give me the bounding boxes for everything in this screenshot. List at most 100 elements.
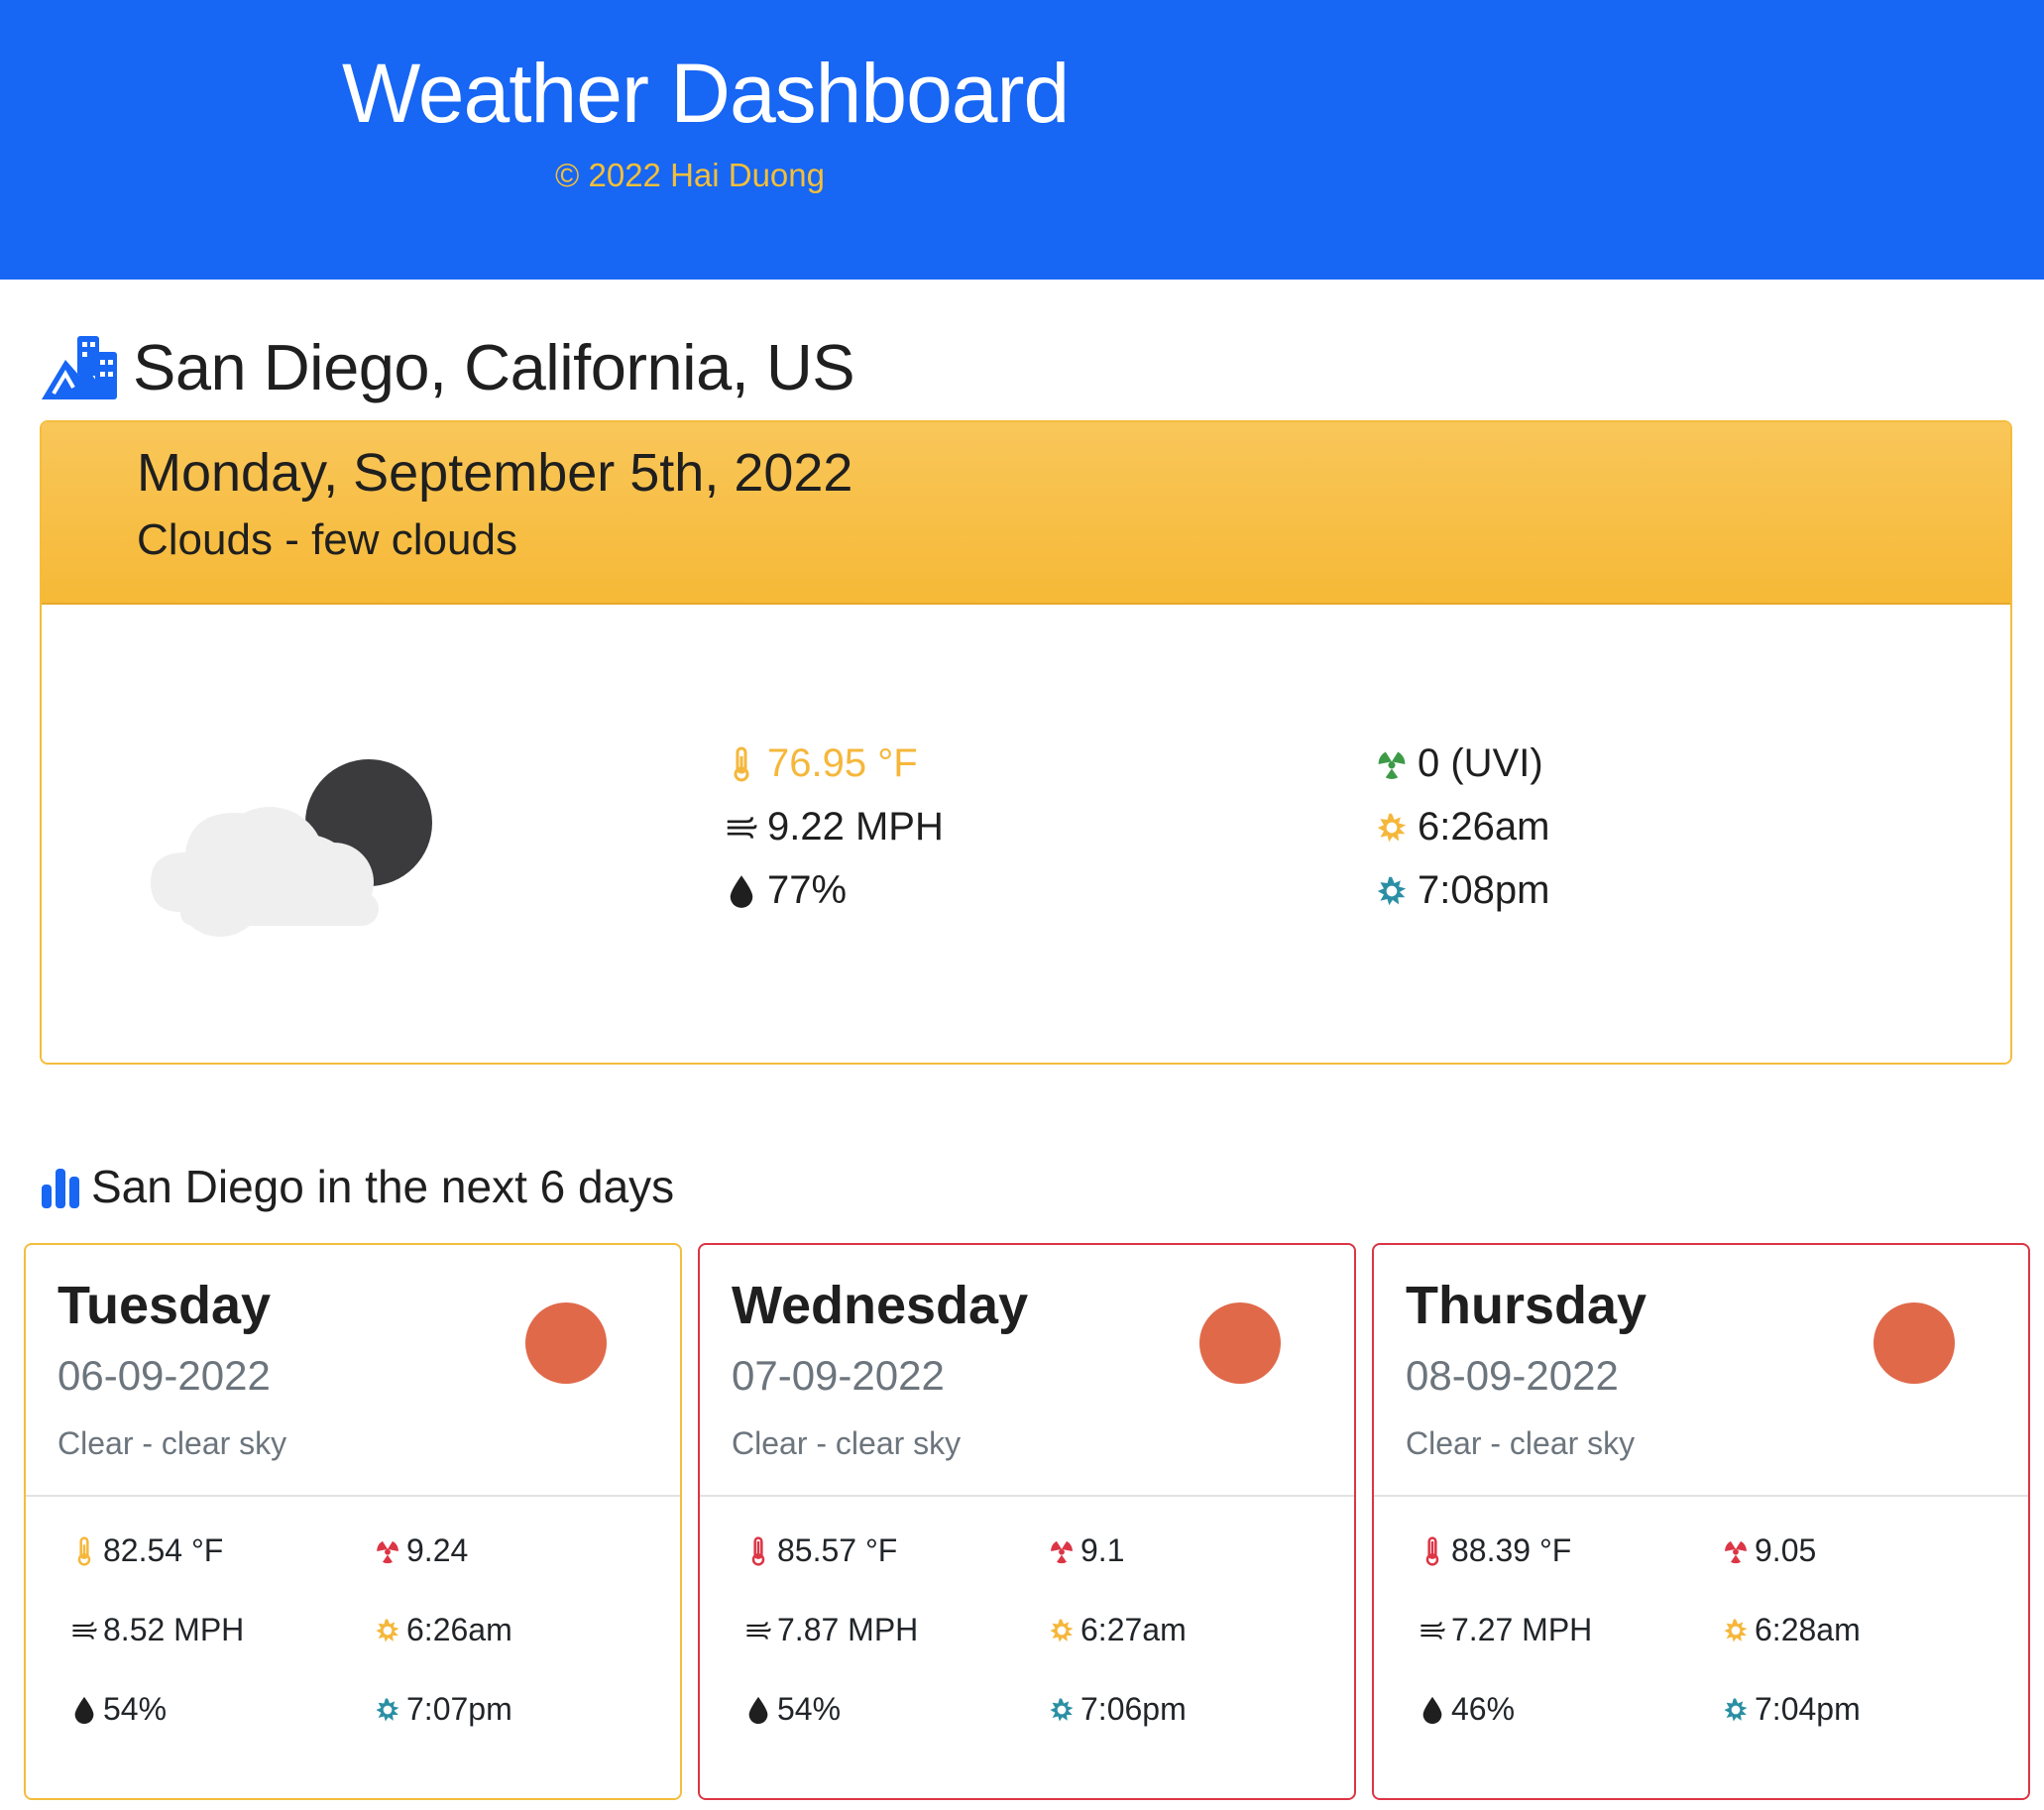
forecast-sunset: 7:06pm	[1049, 1691, 1187, 1728]
forecast-humidity-value: 54%	[777, 1691, 842, 1727]
current-uvi-value: 0 (UVI)	[1418, 741, 1543, 785]
forecast-temperature-value: 82.54 °F	[103, 1532, 224, 1568]
sun-icon	[1874, 1302, 1955, 1384]
current-sunrise-value: 6:26am	[1418, 805, 1550, 848]
forecast-sunrise: 6:28am	[1723, 1612, 1861, 1648]
city-name: San Diego, California, US	[133, 330, 855, 403]
forecast-uvi-value: 9.1	[1080, 1532, 1125, 1568]
current-humidity-value: 77%	[767, 868, 848, 912]
forecast-condition: Clear - clear sky	[57, 1425, 287, 1461]
page-header: Weather Dashboard © 2022 Hai Duong	[0, 0, 2044, 280]
forecast-day: Thursday	[1406, 1276, 1647, 1335]
sun-icon	[525, 1302, 607, 1384]
forecast-card-header: Thursday 08-09-2022 Clear - clear sky	[1374, 1245, 2028, 1497]
radiation-icon	[1725, 1540, 1747, 1563]
forecast-date: 07-09-2022	[732, 1352, 945, 1399]
sunrise-icon	[1377, 813, 1407, 842]
forecast-wind-value: 8.52 MPH	[103, 1612, 245, 1647]
cloud-moon-icon	[151, 759, 432, 937]
app-title: Weather Dashboard	[342, 47, 1070, 140]
sun-icon	[1199, 1302, 1281, 1384]
forecast-sunset: 7:04pm	[1723, 1691, 1861, 1728]
city-icon	[42, 336, 117, 399]
forecast-sunset-value: 7:06pm	[1080, 1691, 1187, 1727]
forecast-card: Tuesday 06-09-2022 Clear - clear sky 82.…	[24, 1243, 682, 1800]
droplet-icon	[748, 1696, 768, 1724]
forecast-sunrise: 6:27am	[1049, 1612, 1187, 1648]
current-uvi: 0 (UVI)	[1376, 741, 1543, 786]
current-date: Monday, September 5th, 2022	[137, 443, 853, 503]
forecast-sunrise-value: 6:28am	[1755, 1612, 1861, 1647]
forecast-humidity: 46%	[1419, 1691, 1515, 1728]
radiation-icon	[1051, 1540, 1073, 1563]
forecast-card: Thursday 08-09-2022 Clear - clear sky 88…	[1372, 1243, 2030, 1800]
wind-icon	[727, 816, 757, 839]
forecast-uvi-value: 9.05	[1755, 1532, 1817, 1568]
current-sunrise: 6:26am	[1376, 805, 1549, 849]
forecast-sunrise: 6:26am	[375, 1612, 512, 1648]
sunset-icon	[1377, 876, 1407, 905]
forecast-humidity: 54%	[71, 1691, 167, 1728]
sunset-icon	[1724, 1697, 1748, 1722]
sunrise-icon	[1050, 1618, 1074, 1642]
current-sunset-value: 7:08pm	[1418, 868, 1550, 912]
wind-icon	[1420, 1621, 1445, 1640]
forecast-wind: 7.27 MPH	[1419, 1612, 1592, 1648]
forecast-wind-value: 7.87 MPH	[777, 1612, 919, 1647]
forecast-date: 06-09-2022	[57, 1352, 271, 1399]
forecast-humidity-value: 46%	[1451, 1691, 1516, 1727]
forecast-heading: San Diego in the next 6 days	[40, 1160, 674, 1213]
forecast-uvi-value: 9.24	[406, 1532, 469, 1568]
droplet-icon	[730, 874, 753, 908]
thermometer-icon	[751, 1535, 765, 1566]
current-weather-card: Monday, September 5th, 2022 Clouds - few…	[40, 420, 2012, 1065]
radiation-icon	[1378, 751, 1406, 779]
thermometer-icon	[77, 1535, 91, 1566]
forecast-temperature: 85.57 °F	[745, 1532, 897, 1569]
sunset-icon	[1050, 1697, 1074, 1722]
forecast-temperature: 82.54 °F	[71, 1532, 223, 1569]
current-temperature: 76.95 °F	[726, 741, 918, 786]
forecast-card-header: Tuesday 06-09-2022 Clear - clear sky	[26, 1245, 680, 1497]
wind-icon	[72, 1621, 97, 1640]
current-weather-header: Monday, September 5th, 2022 Clouds - few…	[42, 422, 2010, 605]
forecast-humidity: 54%	[745, 1691, 841, 1728]
forecast-condition: Clear - clear sky	[732, 1425, 962, 1461]
forecast-day: Wednesday	[732, 1276, 1029, 1335]
city-heading: San Diego, California, US	[40, 327, 855, 406]
forecast-condition: Clear - clear sky	[1406, 1425, 1636, 1461]
current-temperature-value: 76.95 °F	[767, 741, 918, 785]
forecast-date: 08-09-2022	[1406, 1352, 1619, 1399]
forecast-day: Tuesday	[57, 1276, 272, 1335]
radiation-icon	[377, 1540, 398, 1563]
forecast-uvi: 9.24	[375, 1532, 468, 1569]
forecast-sunset: 7:07pm	[375, 1691, 512, 1728]
forecast-sunrise-value: 6:26am	[406, 1612, 512, 1647]
forecast-wind-value: 7.27 MPH	[1451, 1612, 1593, 1647]
forecast-wind: 7.87 MPH	[745, 1612, 918, 1648]
current-sunset: 7:08pm	[1376, 868, 1549, 913]
forecast-uvi: 9.1	[1049, 1532, 1124, 1569]
forecast-wind: 8.52 MPH	[71, 1612, 244, 1648]
copyright-text: © 2022 Hai Duong	[555, 157, 825, 193]
sunset-icon	[376, 1697, 399, 1722]
forecast-temperature-value: 88.39 °F	[1451, 1532, 1572, 1568]
forecast-sunset-value: 7:07pm	[406, 1691, 512, 1727]
wind-icon	[746, 1621, 771, 1640]
droplet-icon	[1422, 1696, 1442, 1724]
bar-chart-icon	[42, 1169, 79, 1208]
thermometer-icon	[1425, 1535, 1439, 1566]
current-condition: Clouds - few clouds	[137, 515, 517, 564]
forecast-uvi: 9.05	[1723, 1532, 1816, 1569]
forecast-temperature: 88.39 °F	[1419, 1532, 1571, 1569]
forecast-temperature-value: 85.57 °F	[777, 1532, 898, 1568]
forecast-sunset-value: 7:04pm	[1755, 1691, 1861, 1727]
current-wind: 9.22 MPH	[726, 805, 944, 849]
current-wind-value: 9.22 MPH	[767, 805, 944, 848]
sunrise-icon	[1724, 1618, 1748, 1642]
forecast-humidity-value: 54%	[103, 1691, 168, 1727]
forecast-card-header: Wednesday 07-09-2022 Clear - clear sky	[700, 1245, 1354, 1497]
thermometer-icon	[734, 746, 749, 781]
droplet-icon	[74, 1696, 94, 1724]
forecast-title: San Diego in the next 6 days	[91, 1161, 675, 1212]
